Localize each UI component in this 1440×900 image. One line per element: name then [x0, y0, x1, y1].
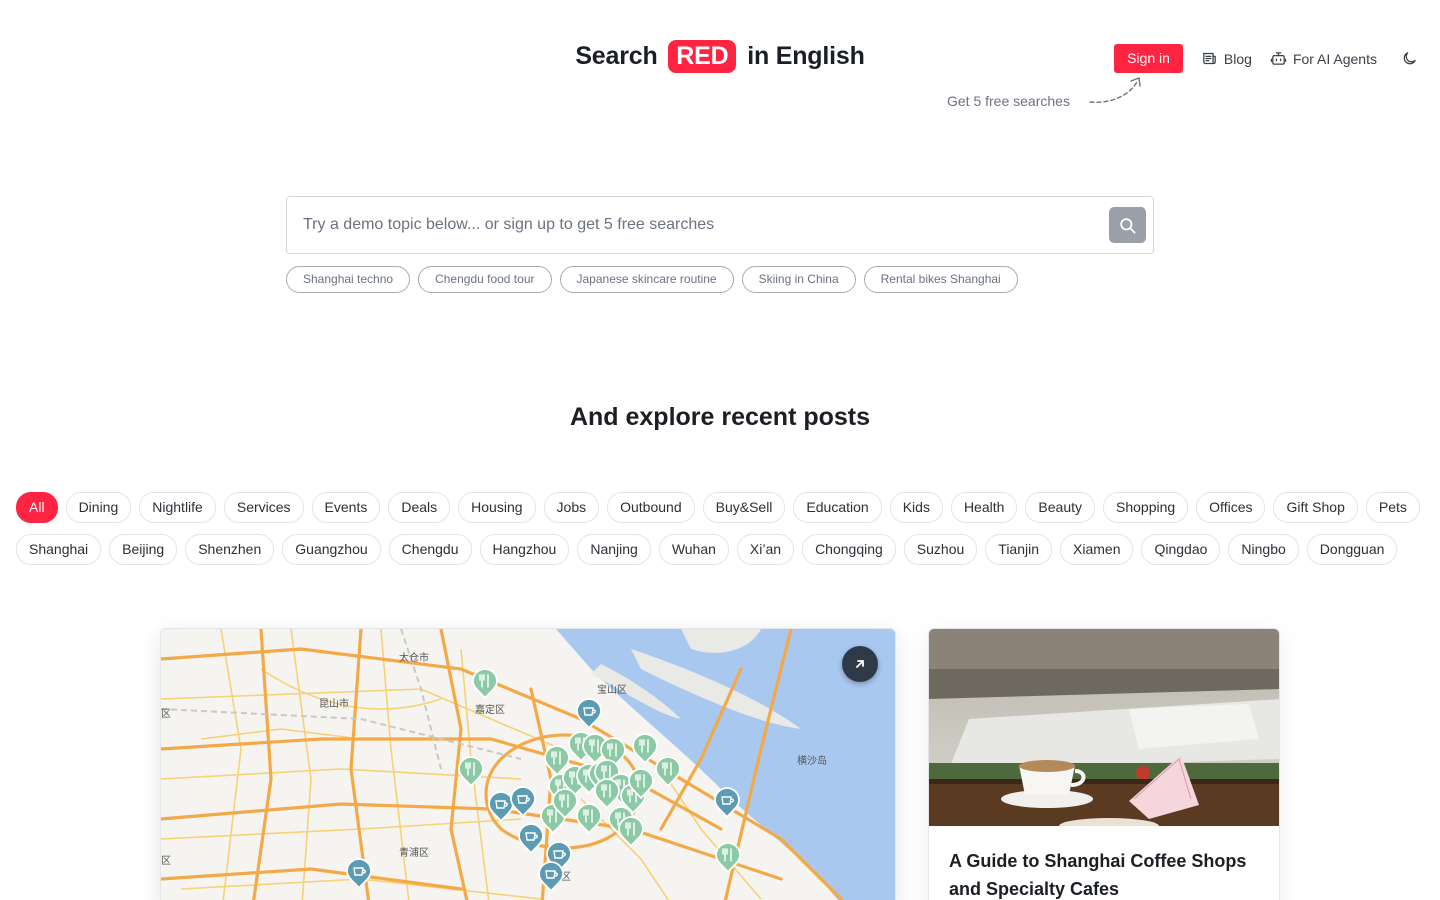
city-chip[interactable]: Shenzhen — [185, 534, 275, 565]
demo-topic-chip[interactable]: Japanese skincare routine — [559, 266, 734, 293]
arrow-up-right-icon — [856, 660, 864, 668]
city-chip[interactable]: Chongqing — [802, 534, 896, 565]
category-chip[interactable]: Offices — [1196, 492, 1266, 523]
city-chip[interactable]: Wuhan — [658, 534, 729, 565]
category-chip[interactable]: Dining — [65, 492, 132, 523]
blog-link-label: Blog — [1223, 50, 1252, 67]
logo-suffix: in English — [747, 42, 865, 70]
sign-in-button[interactable]: Sign in — [1114, 44, 1183, 73]
city-chip[interactable]: Suzhou — [903, 534, 978, 565]
city-chip[interactable]: Qingdao — [1141, 534, 1221, 565]
bot-icon — [1270, 52, 1287, 65]
category-chip[interactable]: Health — [950, 492, 1018, 523]
city-chip[interactable]: Hangzhou — [479, 534, 570, 565]
expand-map-button[interactable] — [842, 646, 878, 682]
logo-badge: RED — [668, 40, 737, 73]
city-chip[interactable]: Beijing — [109, 534, 178, 565]
category-chip[interactable]: Nightlife — [139, 492, 216, 523]
search-box — [286, 196, 1154, 254]
post-card[interactable]: A Guide to Shanghai Coffee Shops and Spe… — [928, 628, 1280, 900]
ai-agents-link-label: For AI Agents — [1292, 50, 1377, 67]
city-chip[interactable]: Chengdu — [388, 534, 472, 565]
logo-prefix: Search — [575, 42, 658, 70]
demo-topic-chip[interactable]: Shanghai techno — [286, 266, 411, 293]
map-label: 青浦区 — [399, 846, 429, 859]
ai-agents-link[interactable]: For AI Agents — [1270, 50, 1377, 67]
category-chip[interactable]: Deals — [388, 492, 451, 523]
free-searches-hint: Get 5 free searches — [947, 93, 1070, 109]
search-input[interactable] — [303, 197, 1093, 253]
city-chip[interactable]: Dongguan — [1306, 534, 1398, 565]
header-nav: Sign in Blog For AI Agents — [1114, 44, 1418, 73]
category-filter-row: All Dining Nightlife Services Events Dea… — [16, 492, 1424, 523]
category-chip[interactable]: Jobs — [543, 492, 600, 523]
city-chip[interactable]: Tianjin — [985, 534, 1053, 565]
theme-toggle[interactable] — [1401, 50, 1418, 67]
city-chip[interactable]: Ningbo — [1228, 534, 1299, 565]
post-title: A Guide to Shanghai Coffee Shops and Spe… — [949, 851, 1247, 899]
category-chip[interactable]: Pets — [1365, 492, 1420, 523]
demo-topic-chip[interactable]: Rental bikes Shanghai — [863, 266, 1018, 293]
category-chip[interactable]: Gift Shop — [1273, 492, 1358, 523]
map-label: 横沙岛 — [797, 754, 827, 767]
category-chip[interactable]: Events — [311, 492, 381, 523]
category-chip[interactable]: Beauty — [1025, 492, 1095, 523]
map-label: 太仓市 — [399, 651, 429, 664]
city-chip[interactable]: Xi’an — [736, 534, 795, 565]
map-label: 嘉定区 — [475, 703, 505, 716]
city-chip[interactable]: Xiamen — [1060, 534, 1134, 565]
demo-topic-chip[interactable]: Skiing in China — [741, 266, 856, 293]
search-icon — [1120, 217, 1136, 233]
map-label: 昆山市 — [319, 697, 349, 710]
demo-topic-chip[interactable]: Chengdu food tour — [418, 266, 552, 293]
category-chip[interactable]: Shopping — [1103, 492, 1189, 523]
city-chip[interactable]: Nanjing — [577, 534, 651, 565]
city-chip[interactable]: Shanghai — [16, 534, 102, 565]
map-label: 宝山区 — [597, 683, 627, 696]
blog-link[interactable]: Blog — [1201, 50, 1252, 67]
category-chip-all[interactable]: All — [16, 492, 58, 523]
hint-arrow-icon — [1089, 77, 1141, 103]
category-chip[interactable]: Kids — [889, 492, 943, 523]
category-chip[interactable]: Services — [223, 492, 304, 523]
category-chip[interactable]: Outbound — [607, 492, 695, 523]
city-filter-row: Shanghai Beijing Shenzhen Guangzhou Chen… — [16, 534, 1424, 565]
category-chip[interactable]: Buy&Sell — [702, 492, 786, 523]
map-canvas[interactable]: 太仓市 宝山区 昆山市 嘉定区 横沙岛 青浦区 区 区 区 — [161, 629, 896, 900]
moon-icon — [1403, 52, 1416, 65]
map-label: 区 — [161, 708, 171, 720]
category-chip[interactable]: Education — [793, 492, 882, 523]
explore-heading: And explore recent posts — [569, 403, 871, 431]
map-card[interactable]: 太仓市 宝山区 昆山市 嘉定区 横沙岛 青浦区 区 区 区 — [160, 628, 896, 900]
city-chip[interactable]: Guangzhou — [282, 534, 381, 565]
search-button[interactable] — [1109, 207, 1146, 243]
newspaper-icon — [1203, 52, 1216, 65]
category-chip[interactable]: Housing — [458, 492, 536, 523]
map-label: 区 — [161, 855, 171, 867]
post-thumbnail — [929, 629, 1279, 826]
demo-topics: Shanghai techno Chengdu food tour Japane… — [286, 266, 1018, 293]
